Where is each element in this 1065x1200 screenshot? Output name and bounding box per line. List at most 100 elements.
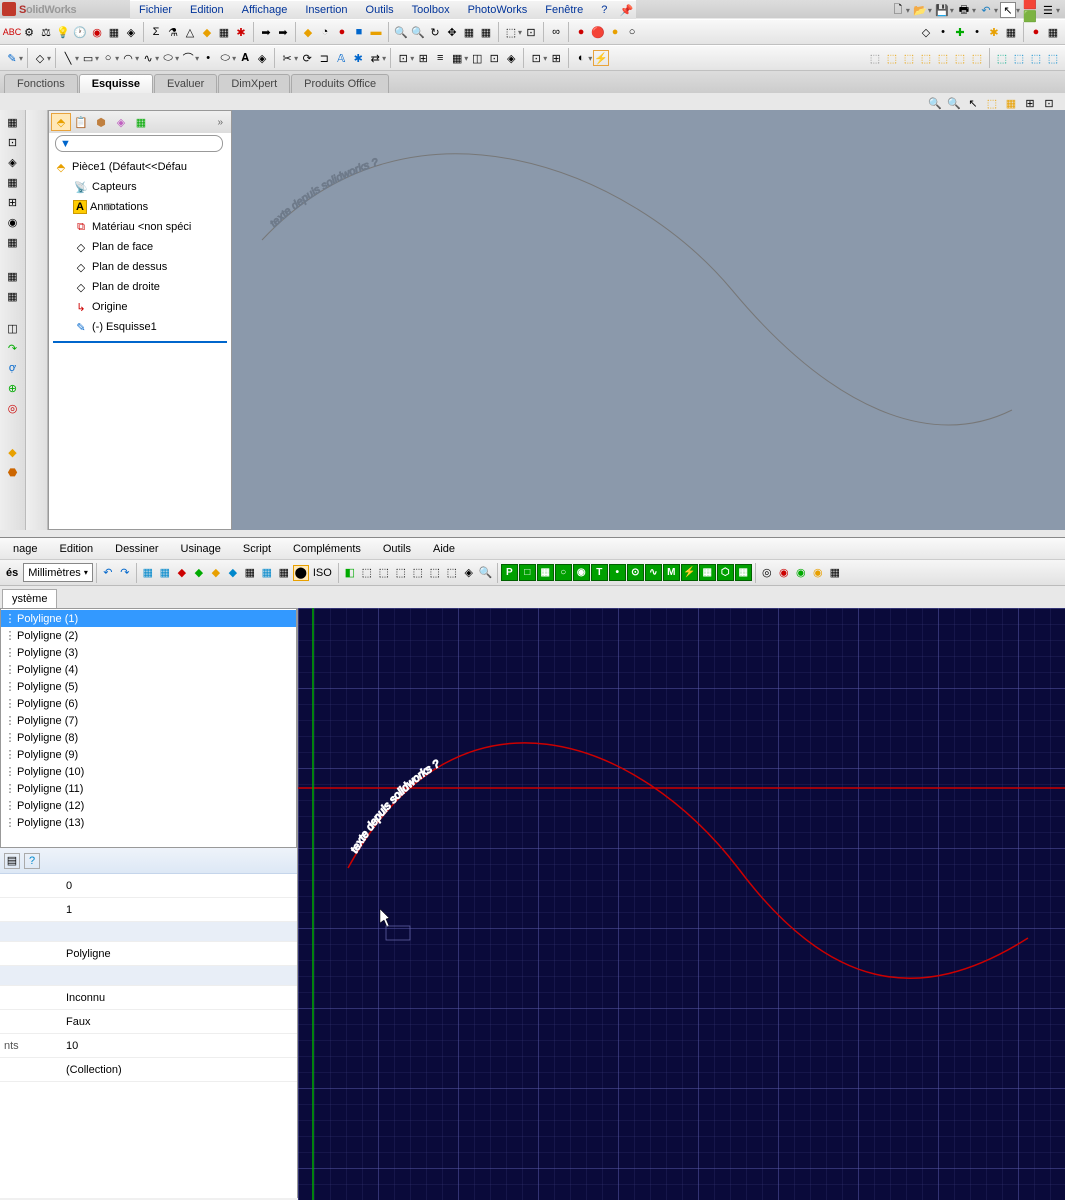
rel-icon[interactable]: ⊡ xyxy=(395,50,411,66)
v2-icon[interactable]: 🔍 xyxy=(946,95,962,111)
tree-tabs-overflow[interactable]: » xyxy=(211,117,229,128)
menu-toolbox[interactable]: Toolbox xyxy=(403,1,459,19)
tree-item-annotations[interactable]: ⊞AAnnotations xyxy=(51,197,229,217)
bulb-icon[interactable]: 💡 xyxy=(55,24,71,40)
circle-icon[interactable]: ○ xyxy=(100,50,116,66)
iso5-icon[interactable]: ⬚ xyxy=(935,50,951,66)
tool-b6-icon[interactable]: ◈ xyxy=(503,50,519,66)
menu-affichage[interactable]: Affichage xyxy=(233,1,297,19)
tool-r7-icon[interactable]: ● xyxy=(1028,24,1044,40)
cb-menu-complements[interactable]: Compléments xyxy=(282,540,372,558)
rect-icon[interactable]: ▭ xyxy=(80,50,96,66)
v1-icon[interactable]: 🔍 xyxy=(927,95,943,111)
property-row[interactable]: Polyligne xyxy=(0,942,297,966)
cb-c5-icon[interactable]: ⬚ xyxy=(410,565,426,581)
tool-r6-icon[interactable]: ▦ xyxy=(1003,24,1019,40)
tool-b10-icon[interactable]: ⚡ xyxy=(593,50,609,66)
sphere-icon[interactable]: ○ xyxy=(624,24,640,40)
menu-help[interactable]: ? xyxy=(592,1,616,19)
lt14-icon[interactable]: ◎ xyxy=(5,400,21,416)
tool20-icon[interactable]: ■ xyxy=(351,24,367,40)
line-icon[interactable]: ╲ xyxy=(60,50,76,66)
cb-c2-icon[interactable]: ⬚ xyxy=(359,565,375,581)
cb-c4-icon[interactable]: ⬚ xyxy=(393,565,409,581)
tree-item-plan-face[interactable]: ◇Plan de face xyxy=(51,237,229,257)
property-row[interactable]: nts10 xyxy=(0,1034,297,1058)
save-icon[interactable]: 💾 xyxy=(934,2,950,18)
property-row[interactable]: Inconnu xyxy=(0,986,297,1010)
tool16-icon[interactable]: ➡ xyxy=(275,24,291,40)
zoomarea-icon[interactable]: 🔍 xyxy=(410,24,426,40)
tool-r5-icon[interactable]: ✱ xyxy=(986,24,1002,40)
plane-icon[interactable]: ◈ xyxy=(254,50,270,66)
tab-esquisse[interactable]: Esquisse xyxy=(79,74,153,93)
menu-edition[interactable]: Edition xyxy=(181,1,233,19)
cb-g10-icon[interactable]: M xyxy=(663,564,680,581)
tool-r8-icon[interactable]: ▦ xyxy=(1045,24,1061,40)
cb-undo-icon[interactable]: ↶ xyxy=(100,565,116,581)
list-item[interactable]: ⋮Polyligne (13) xyxy=(1,814,296,831)
list-item[interactable]: ⋮Polyligne (10) xyxy=(1,763,296,780)
iso10-icon[interactable]: ⬚ xyxy=(1028,50,1044,66)
tool-r2-icon[interactable]: • xyxy=(935,24,951,40)
lt5-icon[interactable]: ⊞ xyxy=(5,194,21,210)
cb-menu-edition[interactable]: Edition xyxy=(48,540,104,558)
cb-t5-icon[interactable]: ▦ xyxy=(242,565,258,581)
print-icon[interactable]: 🖶 xyxy=(956,2,972,18)
cb-t2-icon[interactable]: ◆ xyxy=(191,565,207,581)
iso9-icon[interactable]: ⬚ xyxy=(1011,50,1027,66)
ellipse-icon[interactable]: ⬭ xyxy=(160,50,176,66)
property-row[interactable]: (Collection) xyxy=(0,1058,297,1082)
cb-g5-icon[interactable]: ◉ xyxy=(573,564,590,581)
lt11-icon[interactable]: ↷ xyxy=(5,340,21,356)
traffic-icon[interactable]: 🟥🟩 xyxy=(1022,2,1038,18)
tool-r1-icon[interactable]: ◇ xyxy=(918,24,934,40)
cb-c3-icon[interactable]: ⬚ xyxy=(376,565,392,581)
tab-dimxpert[interactable]: DimXpert xyxy=(218,74,290,93)
sketch-icon[interactable]: ✎ xyxy=(4,50,20,66)
dim-icon[interactable]: ◇ xyxy=(32,50,48,66)
cb-grid1-icon[interactable]: ▦ xyxy=(140,565,156,581)
tool18-icon[interactable]: ◔ xyxy=(317,24,333,40)
tree-tab-property-icon[interactable]: 📋 xyxy=(71,113,91,131)
cb-t4-icon[interactable]: ◆ xyxy=(225,565,241,581)
cb-g9-icon[interactable]: ∿ xyxy=(645,564,662,581)
cb-r1-icon[interactable]: ◎ xyxy=(759,565,775,581)
list-item[interactable]: ⋮Polyligne (11) xyxy=(1,780,296,797)
tool2-icon[interactable]: ⚙ xyxy=(21,24,37,40)
point-icon[interactable]: • xyxy=(200,50,216,66)
slot-icon[interactable]: ⬭ xyxy=(217,50,233,66)
cb-t8-icon[interactable]: ⬤ xyxy=(293,565,309,581)
tree-item-plan-droite[interactable]: ◇Plan de droite xyxy=(51,277,229,297)
cb-c8-icon[interactable]: ◈ xyxy=(461,565,477,581)
iso3-icon[interactable]: ⬚ xyxy=(901,50,917,66)
prop-help-icon[interactable]: ? xyxy=(24,853,40,869)
lt16-icon[interactable]: ⬣ xyxy=(5,464,21,480)
tool29-icon[interactable]: ∞ xyxy=(548,24,564,40)
cb-c6-icon[interactable]: ⬚ xyxy=(427,565,443,581)
cb-redo-icon[interactable]: ↷ xyxy=(117,565,133,581)
menu-photoworks[interactable]: PhotoWorks xyxy=(459,1,537,19)
prop-cat-icon[interactable]: ▤ xyxy=(4,853,20,869)
list-item[interactable]: ⋮Polyligne (2) xyxy=(1,627,296,644)
tool7-icon[interactable]: ▦ xyxy=(106,24,122,40)
tool-r4-icon[interactable]: • xyxy=(969,24,985,40)
list-item[interactable]: ⋮Polyligne (12) xyxy=(1,797,296,814)
rotate-icon[interactable]: ↻ xyxy=(427,24,443,40)
cambam-viewport[interactable]: texte depuis solidworks ? xyxy=(298,608,1065,1200)
spellcheck-icon[interactable]: ABC xyxy=(4,24,20,40)
cb-r3-icon[interactable]: ◉ xyxy=(793,565,809,581)
tool14-icon[interactable]: ✱ xyxy=(233,24,249,40)
undo-icon[interactable]: ↶ xyxy=(978,2,994,18)
cb-t6-icon[interactable]: ▦ xyxy=(259,565,275,581)
sphere-yellow-icon[interactable]: ● xyxy=(607,24,623,40)
cb-tab-systeme[interactable]: ystème xyxy=(2,589,57,608)
list-item[interactable]: ⋮Polyligne (4) xyxy=(1,661,296,678)
convert-icon[interactable]: ⟳ xyxy=(299,50,315,66)
menu-fenetre[interactable]: Fenêtre xyxy=(536,1,592,19)
cb-g13-icon[interactable]: ⬡ xyxy=(717,564,734,581)
lt8-icon[interactable]: ▦ xyxy=(5,268,21,284)
lt3-icon[interactable]: ◈ xyxy=(5,154,21,170)
tool17-icon[interactable]: ◆ xyxy=(300,24,316,40)
cb-c1-icon[interactable]: ◧ xyxy=(342,565,358,581)
